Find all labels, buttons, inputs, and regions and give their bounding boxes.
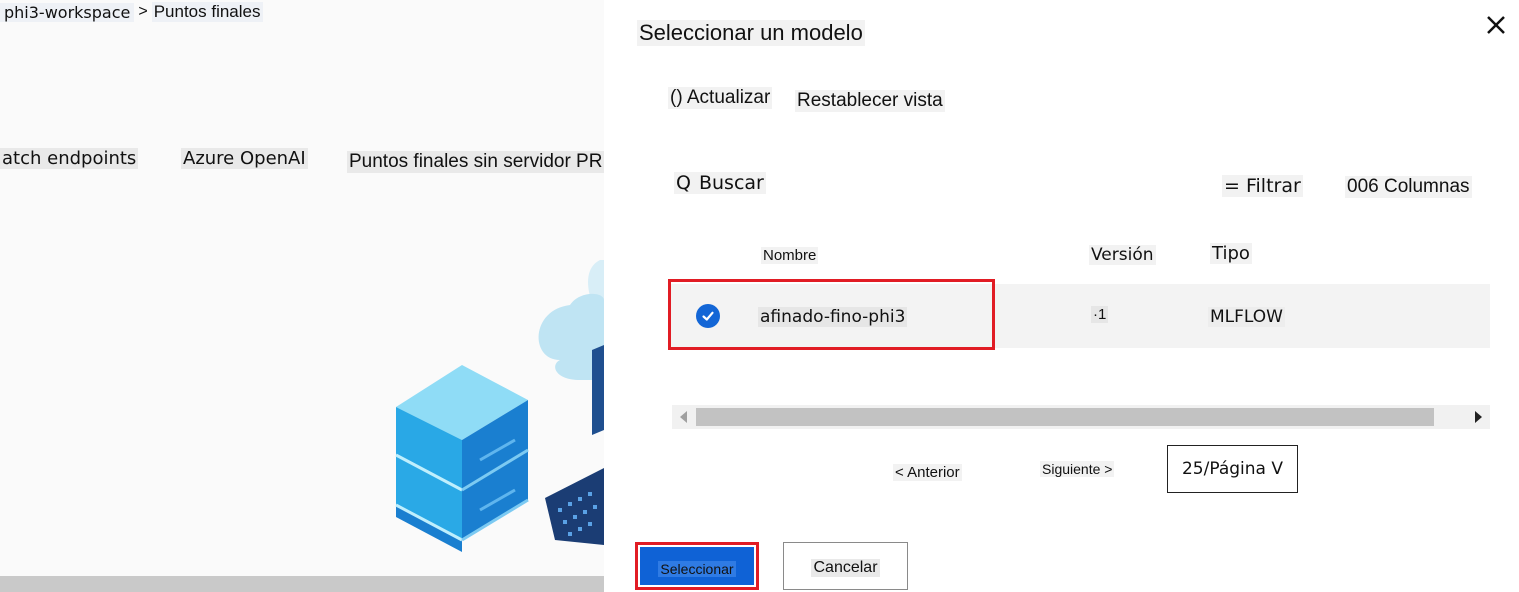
scrollbar-thumb[interactable] — [696, 408, 1434, 426]
filter-button[interactable]: = Filtrar — [1222, 175, 1303, 197]
breadcrumb: phi3-workspace > Puntos finales — [0, 2, 263, 22]
page-size-select[interactable]: 25/Página V — [1167, 445, 1298, 493]
tab-azure-openai[interactable]: Azure OpenAI — [181, 148, 308, 169]
background-scrollbar[interactable] — [0, 576, 604, 592]
breadcrumb-workspace[interactable]: phi3-workspace — [0, 2, 135, 22]
search-icon: Q — [676, 172, 691, 194]
table-row[interactable]: afinado-fino-phi3 ·1 MLFLOW — [670, 284, 1490, 348]
breadcrumb-separator: > — [138, 3, 148, 20]
checkmark-icon — [702, 311, 714, 321]
search-input[interactable]: Q Buscar — [674, 172, 766, 194]
select-button-fill: Seleccionar — [640, 547, 754, 585]
select-button[interactable]: Seleccionar — [635, 542, 759, 590]
row-type: MLFLOW — [1208, 307, 1285, 327]
search-label: Buscar — [698, 172, 764, 194]
close-button[interactable] — [1483, 12, 1509, 38]
row-checkbox[interactable] — [696, 304, 720, 328]
cancel-button-label: Cancelar — [811, 559, 880, 577]
background-page: phi3-workspace > Puntos finales atch end… — [0, 0, 604, 592]
cancel-button[interactable]: Cancelar — [783, 542, 908, 590]
close-icon — [1487, 16, 1505, 34]
tab-serverless-endpoints[interactable]: Puntos finales sin servidor PREVII — [347, 151, 604, 173]
next-page-button[interactable]: Siguiente > — [1040, 461, 1115, 477]
breadcrumb-current: Puntos finales — [151, 2, 263, 22]
previous-page-button[interactable]: < Anterior — [893, 464, 962, 481]
column-header-version[interactable]: Versión — [1089, 245, 1156, 265]
reset-view-button[interactable]: Restablecer vista — [795, 90, 945, 112]
scroll-left-icon[interactable] — [680, 411, 687, 423]
columns-button[interactable]: 006 Columnas — [1345, 176, 1472, 198]
row-version: ·1 — [1091, 306, 1109, 323]
column-header-name[interactable]: Nombre — [761, 247, 819, 264]
scroll-right-icon[interactable] — [1475, 411, 1482, 423]
select-button-label: Seleccionar — [658, 561, 736, 577]
panel-title: Seleccionar un modelo — [637, 20, 865, 46]
select-model-panel: Seleccionar un modelo () Actualizar Rest… — [604, 0, 1519, 592]
column-header-type[interactable]: Tipo — [1210, 243, 1252, 264]
server-illustration — [395, 260, 604, 552]
horizontal-scrollbar[interactable] — [672, 405, 1490, 429]
row-model-name: afinado-fino-phi3 — [758, 307, 908, 327]
tab-batch-endpoints[interactable]: atch endpoints — [0, 148, 139, 169]
refresh-button[interactable]: () Actualizar — [668, 87, 773, 109]
